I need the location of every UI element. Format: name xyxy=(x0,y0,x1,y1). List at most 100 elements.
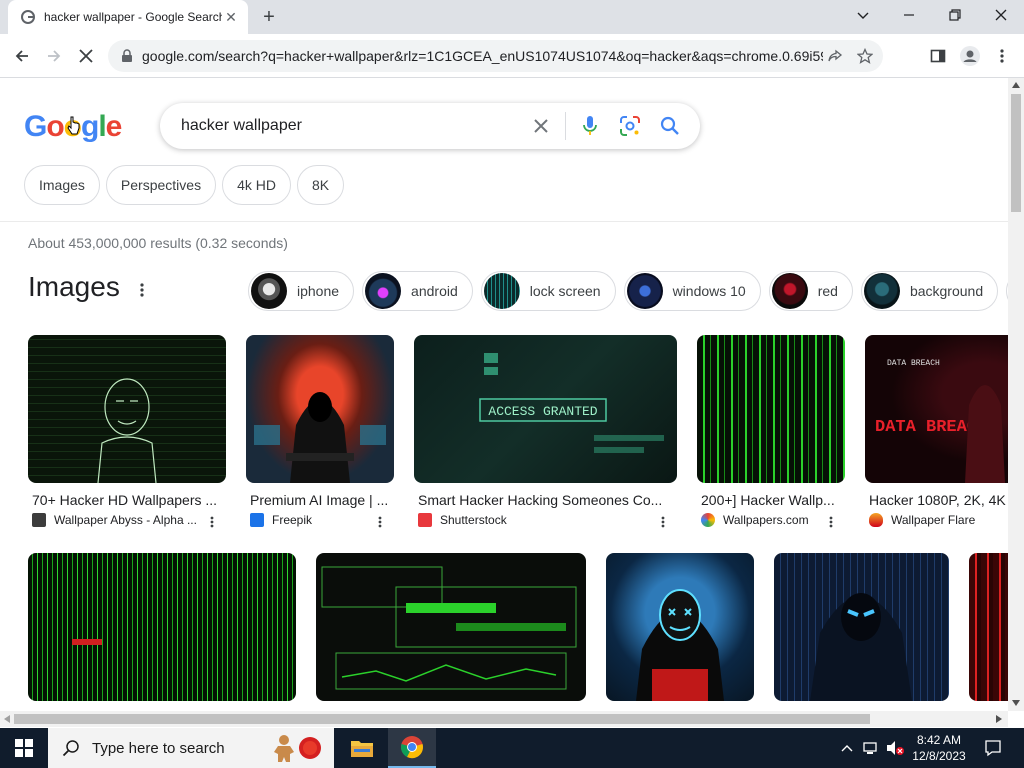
scroll-left-icon[interactable] xyxy=(4,715,10,723)
chip-perspectives[interactable]: Perspectives xyxy=(105,165,217,205)
tray-show-hidden-icon[interactable] xyxy=(838,728,856,768)
bookmark-star-icon[interactable] xyxy=(853,44,877,68)
result-source[interactable]: Wallpaper Abyss - Alpha ... xyxy=(32,513,197,527)
freepik-favicon-icon xyxy=(250,513,264,527)
forward-arrow-icon[interactable] xyxy=(40,42,68,70)
result-thumbnail[interactable]: DATA BREACH DATA BREACH xyxy=(865,335,1008,483)
result-thumbnail[interactable]: ACCESS GRANTED xyxy=(414,335,677,483)
scroll-down-icon[interactable] xyxy=(1012,700,1020,706)
notification-center-icon[interactable] xyxy=(978,728,1008,768)
tab-close-icon[interactable]: ✕ xyxy=(222,8,240,26)
result-source[interactable]: Shutterstock xyxy=(418,513,507,527)
restore-icon[interactable] xyxy=(932,0,978,30)
file-explorer-icon[interactable] xyxy=(338,728,386,768)
windows-start-icon[interactable] xyxy=(0,728,48,768)
result-thumbnail[interactable] xyxy=(969,553,1008,701)
result-title[interactable]: 200+] Hacker Wallp... xyxy=(701,492,845,508)
result-thumbnail[interactable] xyxy=(774,553,949,701)
minimize-icon[interactable] xyxy=(886,0,932,30)
refinement-android[interactable]: android xyxy=(362,271,473,311)
search-icon[interactable] xyxy=(650,106,690,146)
refinement-label: background xyxy=(909,283,984,299)
search-divider xyxy=(565,112,566,140)
clear-search-icon[interactable] xyxy=(521,106,561,146)
image-result-card[interactable] xyxy=(316,553,586,701)
result-source[interactable]: Wallpaper Flare xyxy=(869,513,975,527)
chrome-menu-icon[interactable] xyxy=(988,42,1016,70)
image-result-card[interactable]: DATA BREACH DATA BREACH Hacker 1080P, 2K… xyxy=(865,335,1008,535)
new-tab-icon[interactable]: + xyxy=(258,6,280,28)
image-result-card[interactable] xyxy=(969,553,1008,701)
taskbar-clock[interactable]: 8:42 AM 12/8/2023 xyxy=(906,732,972,764)
images-more-options-icon[interactable] xyxy=(132,280,152,300)
stop-loading-icon[interactable] xyxy=(72,42,100,70)
refinement-windows-10[interactable]: windows 10 xyxy=(623,271,761,311)
share-icon[interactable] xyxy=(823,44,847,68)
result-source[interactable]: Wallpapers.com xyxy=(701,513,809,527)
anonymous-mask-graphic xyxy=(97,378,157,483)
refinement-background[interactable]: background xyxy=(860,271,999,311)
taskbar-search-box[interactable]: Type here to search xyxy=(48,728,334,768)
gingerbread-doodle-icon[interactable] xyxy=(268,732,300,764)
refinement-lock-screen[interactable]: lock screen xyxy=(480,271,616,311)
result-thumbnail[interactable] xyxy=(246,335,394,483)
result-title[interactable]: Smart Hacker Hacking Someones Co... xyxy=(418,492,677,508)
microphone-icon[interactable] xyxy=(570,106,610,146)
result-more-icon[interactable] xyxy=(204,514,220,530)
image-result-card[interactable] xyxy=(774,553,949,701)
scroll-up-icon[interactable] xyxy=(1012,82,1020,88)
result-thumbnail[interactable] xyxy=(697,335,845,483)
neon-mask-hacker-graphic xyxy=(636,589,724,701)
result-more-icon[interactable] xyxy=(655,514,671,530)
refinement-iphone[interactable]: iphone xyxy=(248,271,355,311)
result-title[interactable]: Hacker 1080P, 2K, 4K xyxy=(869,492,1008,508)
binary-code-graphic xyxy=(72,639,102,645)
image-result-card[interactable]: Premium AI Image | ... Freepik xyxy=(246,335,394,535)
image-result-card[interactable]: ACCESS GRANTED Smart Hacker Hacking Some… xyxy=(414,335,677,535)
horizontal-scrollbar[interactable] xyxy=(0,711,1008,727)
network-icon[interactable] xyxy=(860,728,882,768)
search-box[interactable] xyxy=(160,103,700,149)
result-title[interactable]: Premium AI Image | ... xyxy=(250,492,394,508)
search-input[interactable] xyxy=(181,117,521,135)
url-text: google.com/search?q=hacker+wallpaper&rlz… xyxy=(142,48,823,64)
side-panel-icon[interactable] xyxy=(924,42,952,70)
vertical-scroll-thumb[interactable] xyxy=(1011,94,1021,212)
result-thumbnail[interactable] xyxy=(606,553,754,701)
source-label: Wallpapers.com xyxy=(723,513,809,527)
result-title[interactable]: 70+ Hacker HD Wallpapers ... xyxy=(32,492,226,508)
image-result-card[interactable]: 200+] Hacker Wallp... Wallpapers.com xyxy=(697,335,845,535)
result-thumbnail[interactable] xyxy=(28,553,296,701)
image-result-card[interactable]: 70+ Hacker HD Wallpapers ... Wallpaper A… xyxy=(28,335,226,535)
chrome-taskbar-icon[interactable] xyxy=(388,728,436,768)
image-result-card[interactable] xyxy=(28,553,296,701)
lock-icon xyxy=(122,49,132,62)
clock-date: 12/8/2023 xyxy=(912,749,966,763)
image-result-card[interactable] xyxy=(606,553,754,701)
result-thumbnail[interactable] xyxy=(28,335,226,483)
result-source[interactable]: Freepik xyxy=(250,513,312,527)
vertical-scrollbar[interactable] xyxy=(1008,78,1024,711)
back-arrow-icon[interactable] xyxy=(8,42,36,70)
horizontal-scroll-thumb[interactable] xyxy=(14,714,870,724)
refinement-label: iphone xyxy=(297,283,340,299)
tab-search-chevron-icon[interactable] xyxy=(840,0,886,30)
chip-4k-hd[interactable]: 4k HD xyxy=(222,165,291,205)
google-lens-icon[interactable] xyxy=(610,106,650,146)
chip-8k[interactable]: 8K xyxy=(296,165,345,205)
volume-muted-icon[interactable] xyxy=(884,728,906,768)
result-thumbnail[interactable] xyxy=(316,553,586,701)
result-more-icon[interactable] xyxy=(823,514,839,530)
refinement-red[interactable]: red xyxy=(768,271,853,311)
data-breach-small-label: DATA BREACH xyxy=(887,359,940,368)
refinement-thumbnail xyxy=(365,273,402,309)
scroll-right-icon[interactable] xyxy=(996,715,1002,723)
browser-tab[interactable]: hacker wallpaper - Google Search ✕ xyxy=(8,0,248,34)
chip-images[interactable]: Images xyxy=(24,165,100,205)
address-bar[interactable]: google.com/search?q=hacker+wallpaper&rlz… xyxy=(108,40,883,72)
refinement-thumbnail xyxy=(251,273,287,309)
ornament-doodle-icon xyxy=(299,737,321,759)
result-more-icon[interactable] xyxy=(372,514,388,530)
close-window-icon[interactable] xyxy=(978,0,1024,30)
profile-avatar-icon[interactable] xyxy=(956,42,984,70)
